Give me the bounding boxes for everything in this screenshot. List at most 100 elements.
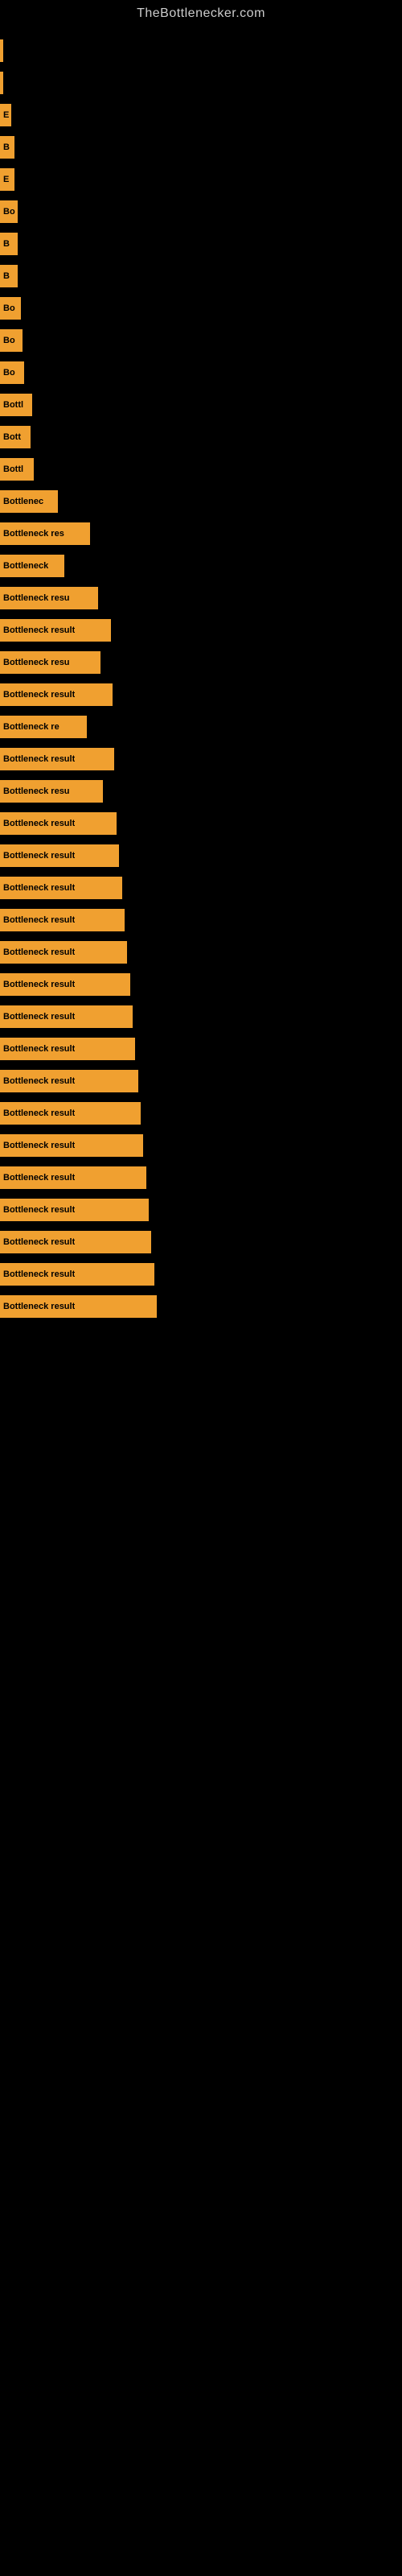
bar-row: B — [0, 229, 402, 259]
bar-11: Bo — [0, 361, 24, 384]
bar-label-23: Bottleneck result — [3, 754, 75, 764]
bar-label-22: Bottleneck re — [3, 722, 59, 732]
bar-label-10: Bo — [3, 336, 15, 345]
bar-row: Bottleneck result — [0, 1162, 402, 1193]
bar-29: Bottleneck result — [0, 941, 127, 964]
bar-row: Bottleneck result — [0, 679, 402, 710]
bar-row: Bottleneck res — [0, 518, 402, 549]
bar-row: Bo — [0, 196, 402, 227]
bar-15: Bottlenec — [0, 490, 58, 513]
bar-label-13: Bott — [3, 432, 21, 442]
bar-label-25: Bottleneck result — [3, 819, 75, 828]
bar-22: Bottleneck re — [0, 716, 87, 738]
bar-label-20: Bottleneck resu — [3, 658, 70, 667]
bar-label-26: Bottleneck result — [3, 851, 75, 861]
bar-row: Bottleneck resu — [0, 776, 402, 807]
bar-label-19: Bottleneck result — [3, 625, 75, 635]
bar-39: Bottleneck result — [0, 1263, 154, 1286]
bar-row: Bottleneck resu — [0, 647, 402, 678]
bar-31: Bottleneck result — [0, 1005, 133, 1028]
bar-3: E — [0, 104, 11, 126]
bar-9: Bo — [0, 297, 21, 320]
bar-label-33: Bottleneck result — [3, 1076, 75, 1086]
bar-row: Bottleneck result — [0, 969, 402, 1000]
bar-row: Bottleneck result — [0, 1098, 402, 1129]
bar-row: Bottleneck result — [0, 937, 402, 968]
bar-row: E — [0, 164, 402, 195]
bar-row: B — [0, 261, 402, 291]
bar-row: Bottl — [0, 390, 402, 420]
bar-label-3: E — [3, 110, 9, 120]
bar-row: Bottleneck resu — [0, 583, 402, 613]
bar-12: Bottl — [0, 394, 32, 416]
bar-5: E — [0, 168, 14, 191]
bar-label-5: E — [3, 175, 9, 184]
bar-6: Bo — [0, 200, 18, 223]
bar-21: Bottleneck result — [0, 683, 113, 706]
bar-row: Bottlenec — [0, 486, 402, 517]
bar-label-15: Bottlenec — [3, 497, 43, 506]
bar-label-12: Bottl — [3, 400, 23, 410]
bar-label-34: Bottleneck result — [3, 1108, 75, 1118]
bar-24: Bottleneck resu — [0, 780, 103, 803]
bar-row: Bottleneck result — [0, 1130, 402, 1161]
bar-row: E — [0, 100, 402, 130]
bar-row: Bottleneck result — [0, 808, 402, 839]
bar-28: Bottleneck result — [0, 909, 125, 931]
bar-label-27: Bottleneck result — [3, 883, 75, 893]
site-title-container: TheBottlenecker.com — [0, 0, 402, 27]
bar-16: Bottleneck res — [0, 522, 90, 545]
bar-38: Bottleneck result — [0, 1231, 151, 1253]
bar-7: B — [0, 233, 18, 255]
bar-label-31: Bottleneck result — [3, 1012, 75, 1022]
bar-27: Bottleneck result — [0, 877, 122, 899]
bar-1 — [0, 39, 3, 62]
bar-23: Bottleneck result — [0, 748, 114, 770]
bar-row: Bo — [0, 293, 402, 324]
bar-row: Bottleneck result — [0, 615, 402, 646]
bar-label-29: Bottleneck result — [3, 947, 75, 957]
bar-label-37: Bottleneck result — [3, 1205, 75, 1215]
bar-34: Bottleneck result — [0, 1102, 141, 1125]
bar-14: Bottl — [0, 458, 34, 481]
bar-label-17: Bottleneck — [3, 561, 48, 571]
bar-25: Bottleneck result — [0, 812, 117, 835]
bar-36: Bottleneck result — [0, 1166, 146, 1189]
bar-row: Bottleneck result — [0, 1001, 402, 1032]
bar-label-32: Bottleneck result — [3, 1044, 75, 1054]
bar-17: Bottleneck — [0, 555, 64, 577]
bar-label-21: Bottleneck result — [3, 690, 75, 700]
bar-32: Bottleneck result — [0, 1038, 135, 1060]
bar-row: Bottleneck result — [0, 1034, 402, 1064]
site-title: TheBottlenecker.com — [0, 0, 402, 27]
bar-label-30: Bottleneck result — [3, 980, 75, 989]
bar-2 — [0, 72, 3, 94]
bar-label-14: Bottl — [3, 464, 23, 474]
bar-row: Bottleneck result — [0, 744, 402, 774]
bar-row: Bo — [0, 325, 402, 356]
bar-label-6: Bo — [3, 207, 15, 217]
bar-18: Bottleneck resu — [0, 587, 98, 609]
bar-row: Bottleneck result — [0, 840, 402, 871]
bar-label-35: Bottleneck result — [3, 1141, 75, 1150]
bar-label-36: Bottleneck result — [3, 1173, 75, 1183]
bar-row — [0, 35, 402, 66]
bar-row: Bottleneck — [0, 551, 402, 581]
bar-37: Bottleneck result — [0, 1199, 149, 1221]
bar-35: Bottleneck result — [0, 1134, 143, 1157]
bar-label-11: Bo — [3, 368, 15, 378]
bar-label-18: Bottleneck resu — [3, 593, 70, 603]
bar-label-24: Bottleneck resu — [3, 786, 70, 796]
bar-row: Bottleneck result — [0, 1227, 402, 1257]
bar-label-38: Bottleneck result — [3, 1237, 75, 1247]
bar-row: Bottl — [0, 454, 402, 485]
bar-row: Bottleneck result — [0, 1259, 402, 1290]
bar-26: Bottleneck result — [0, 844, 119, 867]
bar-row: Bottleneck result — [0, 873, 402, 903]
bar-label-39: Bottleneck result — [3, 1269, 75, 1279]
bar-label-9: Bo — [3, 303, 15, 313]
bar-label-4: B — [3, 142, 10, 152]
bar-4: B — [0, 136, 14, 159]
bar-row: B — [0, 132, 402, 163]
bar-40: Bottleneck result — [0, 1295, 157, 1318]
